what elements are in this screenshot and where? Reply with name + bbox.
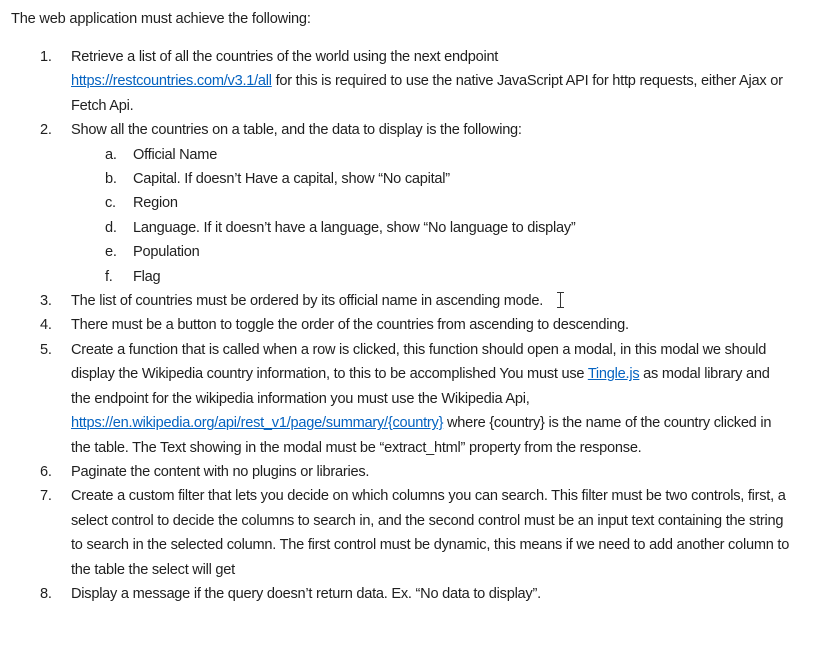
list-item: 4. There must be a button to toggle the … — [0, 313, 791, 337]
item-text: Display a message if the query doesn’t r… — [71, 585, 541, 602]
item-number: 3. — [40, 293, 52, 310]
sub-item-letter: a. — [105, 146, 117, 163]
item-number: 6. — [40, 463, 52, 480]
item-text: Retrieve a list of all the countries of … — [71, 49, 499, 65]
sub-list-item: c. Region — [0, 191, 840, 215]
item-number: 5. — [40, 341, 52, 358]
intro-text: The web application must achieve the fol… — [11, 11, 311, 27]
sub-item-text: Population — [133, 244, 200, 261]
item-text: Show all the countries on a table, and t… — [71, 122, 522, 139]
list-item: 5. Create a function that is called when… — [0, 338, 791, 460]
document-page: The web application must achieve the fol… — [0, 0, 840, 649]
sub-list-item: e. Population — [0, 240, 840, 264]
sub-list-item: d. Language. If it doesn’t have a langua… — [0, 216, 840, 240]
item-number: 4. — [40, 317, 52, 334]
sub-item-letter: c. — [105, 195, 116, 212]
list-item: 3. The list of countries must be ordered… — [0, 289, 791, 313]
item-text: Create a custom filter that lets you dec… — [71, 488, 790, 578]
sub-item-text: Official Name — [133, 146, 218, 163]
text-cursor-icon — [557, 292, 565, 309]
wikipedia-api-link[interactable]: https://en.wikipedia.org/api/rest_v1/pag… — [71, 415, 443, 431]
sub-item-text: Language. If it doesn’t have a language,… — [133, 219, 576, 236]
sub-item-text: Capital. If doesn’t Have a capital, show… — [133, 171, 450, 188]
sub-item-letter: e. — [105, 244, 117, 261]
item-number: 2. — [40, 122, 52, 139]
list-item: 6. Paginate the content with no plugins … — [0, 460, 791, 484]
item-text: There must be a button to toggle the ord… — [71, 317, 629, 334]
item-number: 7. — [40, 488, 52, 505]
requirements-list: 1. Retrieve a list of all the countries … — [0, 45, 840, 606]
restcountries-link[interactable]: https://restcountries.com/v3.1/all — [71, 73, 272, 89]
sub-list-item: f. Flag — [0, 265, 840, 289]
sub-item-text: Region — [133, 195, 178, 212]
sub-item-letter: f. — [105, 268, 113, 285]
list-item: 8. Display a message if the query doesn’… — [0, 582, 791, 606]
sub-item-text: Flag — [133, 268, 161, 285]
item-text: The list of countries must be ordered by… — [71, 293, 544, 310]
sub-list-item: b. Capital. If doesn’t Have a capital, s… — [0, 167, 840, 191]
item-text: Paginate the content with no plugins or … — [71, 463, 370, 480]
item-number: 8. — [40, 585, 52, 602]
sub-list-item: a. Official Name — [0, 143, 840, 167]
item-number: 1. — [40, 49, 52, 65]
sub-item-letter: d. — [105, 219, 117, 236]
list-item: 7. Create a custom filter that lets you … — [0, 484, 791, 582]
tingle-link[interactable]: Tingle.js — [588, 366, 640, 382]
sub-item-letter: b. — [105, 171, 117, 188]
list-item: 2. Show all the countries on a table, an… — [0, 118, 791, 142]
list-item: 1. Retrieve a list of all the countries … — [0, 45, 791, 118]
